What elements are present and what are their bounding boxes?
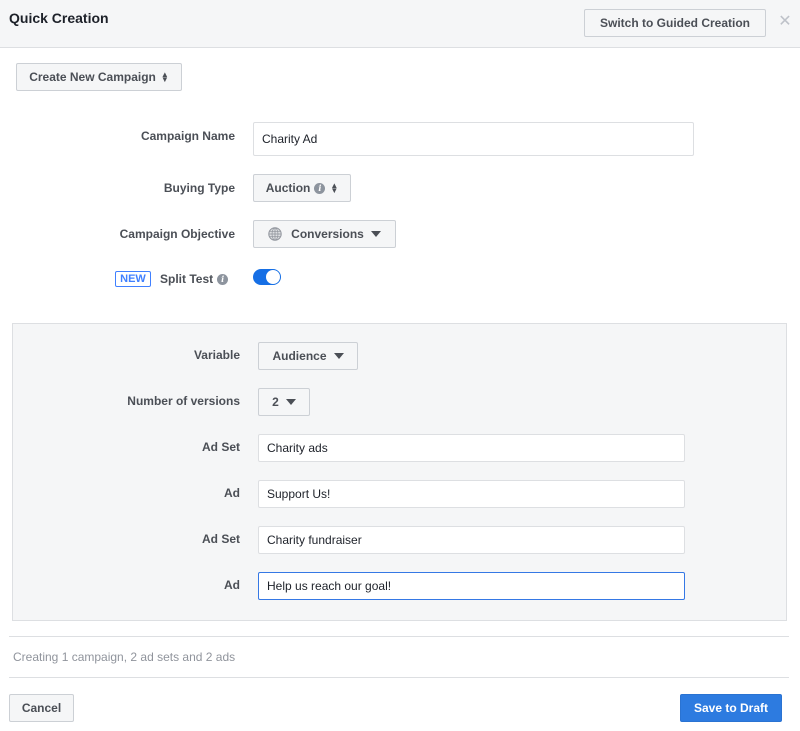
split-test-label: Split Test i <box>160 272 229 286</box>
campaign-objective-dropdown[interactable]: Conversions <box>253 220 396 248</box>
campaign-name-input[interactable] <box>253 122 694 156</box>
new-badge: NEW <box>115 271 151 287</box>
caret-down-icon <box>370 231 381 237</box>
info-icon[interactable]: i <box>314 182 326 194</box>
caret-down-icon <box>333 353 344 359</box>
close-icon[interactable]: ✕ <box>776 13 794 31</box>
buying-type-label: Buying Type <box>163 181 235 195</box>
dialog-title: Quick Creation <box>9 10 109 26</box>
ad-set-1-label: Ad Set <box>201 440 240 454</box>
switch-to-guided-creation-button[interactable]: Switch to Guided Creation <box>584 9 766 37</box>
ad-2-label: Ad <box>224 578 240 592</box>
ad-1-label: Ad <box>224 486 240 500</box>
save-to-draft-button[interactable]: Save to Draft <box>680 694 782 722</box>
globe-icon <box>268 227 282 241</box>
divider <box>9 636 789 637</box>
campaign-objective-value: Conversions <box>291 227 364 241</box>
ad-set-1-input[interactable] <box>258 434 685 462</box>
split-test-toggle[interactable] <box>253 269 281 285</box>
variable-dropdown[interactable]: Audience <box>258 342 358 370</box>
number-of-versions-value: 2 <box>272 395 279 409</box>
campaign-mode-selector[interactable]: Create New Campaign ▲ ▼ <box>16 63 182 91</box>
variable-label: Variable <box>193 348 240 362</box>
sort-arrows-icon: ▲ ▼ <box>330 181 339 195</box>
creation-summary: Creating 1 campaign, 2 ad sets and 2 ads <box>13 650 236 664</box>
toggle-knob <box>266 270 280 284</box>
variable-value: Audience <box>272 349 327 363</box>
ad-set-2-input[interactable] <box>258 526 685 554</box>
ad-1-input[interactable] <box>258 480 685 508</box>
info-icon[interactable]: i <box>217 274 229 286</box>
ad-2-input[interactable] <box>258 572 685 600</box>
caret-down-icon <box>285 399 296 405</box>
number-of-versions-dropdown[interactable]: 2 <box>258 388 310 416</box>
split-test-label-text: Split Test <box>160 272 214 286</box>
sort-arrows-icon: ▲ ▼ <box>160 70 169 84</box>
ad-set-2-label: Ad Set <box>201 532 240 546</box>
campaign-mode-label: Create New Campaign <box>29 70 156 84</box>
dialog-header: Quick Creation Switch to Guided Creation… <box>0 0 800 48</box>
campaign-name-label: Campaign Name <box>140 129 235 143</box>
buying-type-value: Auction <box>265 181 311 195</box>
number-of-versions-label: Number of versions <box>127 394 240 408</box>
buying-type-selector[interactable]: Auction i ▲ ▼ <box>253 174 351 202</box>
cancel-button[interactable]: Cancel <box>9 694 74 722</box>
divider <box>9 677 789 678</box>
campaign-objective-label: Campaign Objective <box>119 227 235 241</box>
